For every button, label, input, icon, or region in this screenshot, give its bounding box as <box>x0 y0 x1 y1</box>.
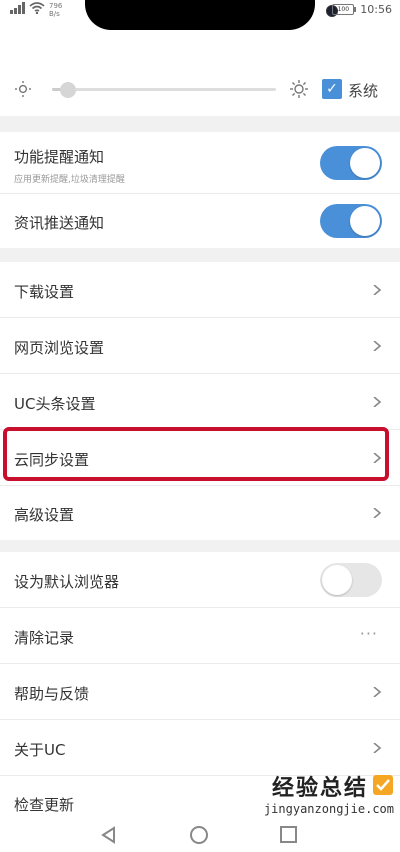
wifi-icon <box>29 2 45 14</box>
setting-row-help-feedback[interactable]: 帮助与反馈 <box>0 664 400 720</box>
brightness-row: ✓ 系统 <box>0 66 400 116</box>
camera-notch <box>85 0 338 30</box>
chevron-right-icon <box>373 687 382 697</box>
brightness-low-icon <box>15 81 31 97</box>
chevron-right-icon <box>373 453 382 463</box>
watermark-title: 经验总结 <box>271 776 368 801</box>
setting-label: 帮助与反馈 <box>14 685 90 703</box>
chevron-right-icon <box>373 508 382 518</box>
system-nav-bar <box>0 816 400 852</box>
status-time: 10:56 <box>360 3 392 16</box>
setting-row-default-browser[interactable]: 设为默认浏览器 <box>0 552 400 608</box>
setting-row-browsing[interactable]: 网页浏览设置 <box>0 318 400 374</box>
net-speed: 796 B/s <box>49 2 63 18</box>
setting-label: 关于UC <box>14 741 66 759</box>
section-gap <box>0 540 400 552</box>
setting-row-news-push[interactable]: 资讯推送通知 <box>0 194 400 248</box>
setting-label: 下载设置 <box>14 283 75 301</box>
setting-label: 清除记录 <box>14 629 75 647</box>
setting-row-function-reminder[interactable]: 功能提醒通知 应用更新提醒,垃圾清理提醒 <box>0 132 400 194</box>
chevron-right-icon <box>373 285 382 295</box>
setting-row-advanced[interactable]: 高级设置 <box>0 486 400 540</box>
settings-screen: 796 B/s 100 10:56 ✓ 系统 功能提醒通知 应用更新提醒,垃圾清… <box>0 0 400 852</box>
setting-row-clear-history[interactable]: 清除记录 ··· <box>0 608 400 664</box>
chevron-right-icon <box>373 397 382 407</box>
brightness-high-icon <box>290 80 308 98</box>
signal-icon <box>10 2 25 14</box>
setting-row-about[interactable]: 关于UC <box>0 720 400 776</box>
setting-label: UC头条设置 <box>14 395 96 413</box>
chevron-right-icon <box>373 743 382 753</box>
setting-label: 云同步设置 <box>14 451 90 469</box>
section-gap <box>0 116 400 132</box>
status-right: 100 10:56 <box>332 3 392 16</box>
setting-label: 网页浏览设置 <box>14 339 105 357</box>
function-reminder-toggle[interactable] <box>320 146 382 180</box>
system-brightness-label: 系统 <box>348 82 379 100</box>
brightness-slider[interactable] <box>52 82 276 98</box>
brightness-slider-thumb[interactable] <box>59 82 76 98</box>
back-icon[interactable] <box>100 826 118 844</box>
setting-row-uc-headlines[interactable]: UC头条设置 <box>0 374 400 430</box>
default-browser-toggle[interactable] <box>320 563 382 597</box>
setting-label: 功能提醒通知 <box>14 148 105 166</box>
chevron-right-icon <box>373 341 382 351</box>
home-icon[interactable] <box>190 826 208 844</box>
status-bar: 796 B/s 100 10:56 <box>0 0 400 30</box>
setting-label: 高级设置 <box>14 506 75 524</box>
battery-icon: 100 <box>332 4 357 15</box>
setting-row-download[interactable]: 下载设置 <box>0 262 400 318</box>
setting-row-cloud-sync[interactable]: 云同步设置 <box>0 430 400 486</box>
news-push-toggle[interactable] <box>320 204 382 238</box>
setting-sublabel: 应用更新提醒,垃圾清理提醒 <box>14 175 125 185</box>
section-gap <box>0 248 400 262</box>
watermark-check-icon <box>373 775 393 795</box>
more-icon[interactable]: ··· <box>360 624 378 643</box>
watermark-url: jingyanzongjie.com <box>263 802 394 816</box>
setting-label: 设为默认浏览器 <box>14 573 120 591</box>
setting-label: 检查更新 <box>14 796 75 814</box>
setting-label: 资讯推送通知 <box>14 214 105 232</box>
recent-apps-icon[interactable] <box>280 826 297 843</box>
status-left: 796 B/s <box>10 2 71 18</box>
system-brightness-checkbox[interactable]: ✓ <box>322 79 342 99</box>
